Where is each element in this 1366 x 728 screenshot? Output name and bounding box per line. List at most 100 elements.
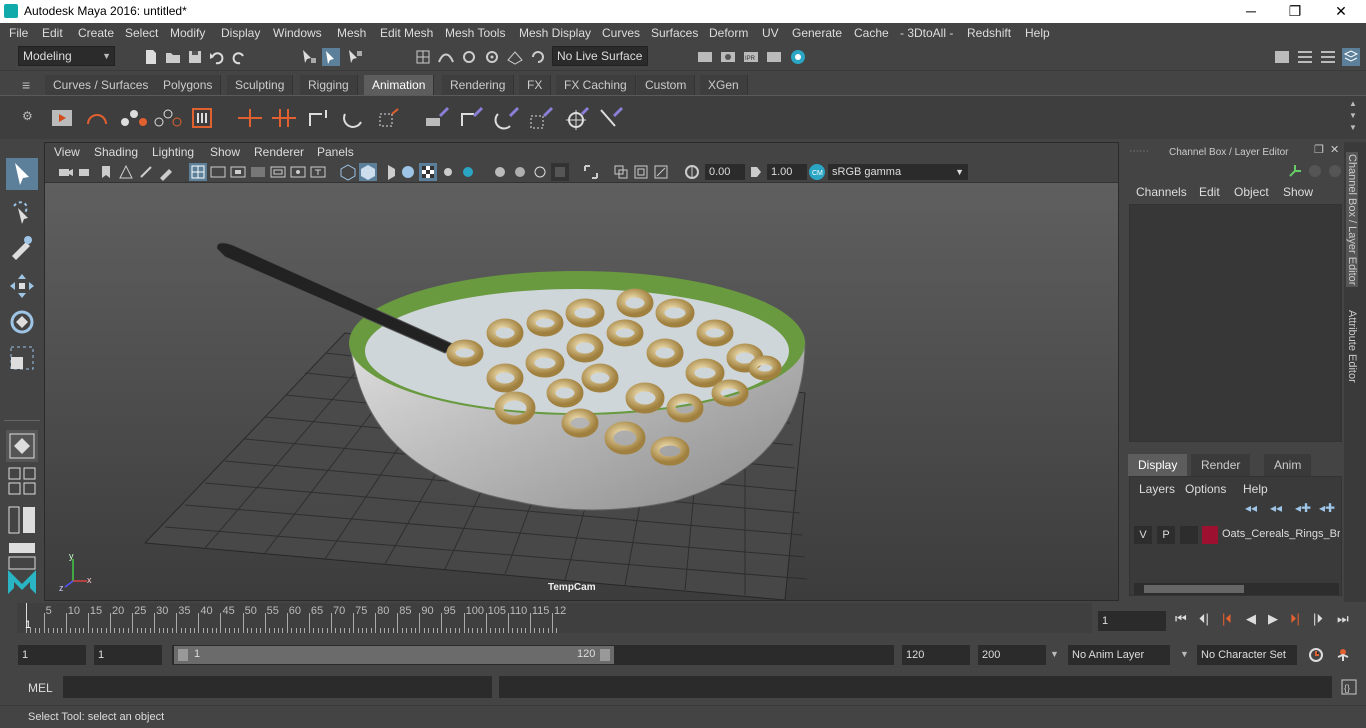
side-tab-attribute-editor[interactable]: Attribute Editor: [1346, 310, 1358, 383]
new-layer-from-selected-icon[interactable]: ◂✚: [1319, 501, 1335, 515]
xray-icon[interactable]: [511, 163, 529, 181]
side-tab-channel-box[interactable]: Channel Box / Layer Editor: [1346, 152, 1358, 288]
mel-label[interactable]: MEL: [28, 681, 53, 695]
wireframe-icon[interactable]: [339, 163, 357, 181]
outliner-layout-icon[interactable]: [6, 504, 38, 536]
3d-viewport[interactable]: y x z TempCam: [45, 183, 1118, 600]
resolution-gate-icon[interactable]: [229, 163, 247, 181]
trax-editor-icon[interactable]: [154, 106, 182, 130]
move-layer-up-icon[interactable]: ◂◂: [1245, 501, 1257, 515]
ipr-render-icon[interactable]: IPR: [742, 48, 760, 66]
character-set-dropdown[interactable]: No Character Set: [1197, 645, 1297, 665]
timeline-ruler[interactable]: 1 5 10 15 20 25 30 35 40 45 50 55 60 65 70 75 80 85 90 95 1…: [17, 603, 1092, 633]
rotate-tool-icon[interactable]: [6, 306, 38, 338]
menu-select[interactable]: Select: [125, 26, 158, 40]
gamma-field[interactable]: 1.00: [767, 164, 807, 180]
motion-blur-icon[interactable]: [652, 163, 670, 181]
graph-editor-icon[interactable]: [85, 106, 109, 130]
tab-fx-caching[interactable]: FX Caching: [556, 75, 636, 95]
render-view-icon[interactable]: [696, 48, 714, 66]
menu-mesh[interactable]: Mesh: [337, 26, 366, 40]
menu-edit-mesh[interactable]: Edit Mesh: [380, 26, 433, 40]
close-panel-icon[interactable]: ✕: [1330, 143, 1339, 156]
cb-menu-channels[interactable]: Channels: [1136, 185, 1187, 199]
range-right-grip[interactable]: [600, 649, 610, 661]
move-tool-icon[interactable]: [6, 270, 38, 302]
aim-constraint-icon[interactable]: [564, 106, 592, 130]
layer-display-type-toggle[interactable]: [1180, 526, 1198, 544]
vp-menu-shading[interactable]: Shading: [94, 145, 138, 159]
shelf-menu-chevron-icon[interactable]: ▼: [1349, 123, 1357, 132]
select-hierarchy-icon[interactable]: [300, 48, 318, 66]
playblast-icon[interactable]: [50, 106, 74, 130]
point-constraint-icon[interactable]: [458, 106, 486, 130]
hypershade-icon[interactable]: [789, 48, 807, 66]
dope-sheet-icon[interactable]: [120, 106, 148, 130]
render-settings-icon[interactable]: [765, 48, 783, 66]
exposure-icon[interactable]: [683, 163, 701, 181]
playback-end-field[interactable]: 120: [902, 645, 970, 665]
image-plane-icon[interactable]: [117, 163, 135, 181]
step-forward-key-icon[interactable]: ⏵|: [1290, 611, 1300, 627]
tab-render-layers[interactable]: Render: [1191, 454, 1251, 476]
snap-curve-icon[interactable]: [437, 48, 455, 66]
vp-menu-renderer[interactable]: Renderer: [254, 145, 304, 159]
parent-constraint-icon[interactable]: [424, 106, 452, 130]
new-layer-icon[interactable]: ◂✚: [1295, 501, 1311, 515]
hyper-icon[interactable]: [1326, 162, 1344, 180]
anti-aliasing-icon[interactable]: [612, 163, 630, 181]
select-tool-icon[interactable]: [6, 158, 38, 190]
bookmark-icon[interactable]: [97, 163, 115, 181]
tab-display-layers[interactable]: Display: [1128, 454, 1188, 476]
undo-icon[interactable]: [208, 48, 226, 66]
vp-menu-panels[interactable]: Panels: [317, 145, 354, 159]
auto-key-icon[interactable]: [1307, 646, 1325, 664]
film-gate-icon[interactable]: [209, 163, 227, 181]
tab-polygons[interactable]: Polygons: [155, 75, 222, 95]
step-forward-frame-icon[interactable]: |⏵: [1313, 611, 1323, 627]
use-all-lights-icon[interactable]: [419, 163, 437, 181]
cb-menu-object[interactable]: Object: [1234, 185, 1269, 199]
exposure-field[interactable]: 0.00: [705, 164, 745, 180]
set-breakdown-icon[interactable]: [270, 106, 298, 130]
maximize-button[interactable]: ❐: [1280, 2, 1310, 20]
vp-menu-lighting[interactable]: Lighting: [152, 145, 194, 159]
layer-row[interactable]: V P Oats_Cereals_Rings_Br: [1134, 526, 1340, 544]
speed-icon[interactable]: [1306, 162, 1324, 180]
view-transform-dropdown[interactable]: sRGB gamma ▼: [828, 164, 968, 180]
go-to-end-icon[interactable]: ⏭: [1337, 611, 1349, 627]
shelf-menu-icon[interactable]: ≡: [22, 77, 30, 93]
shadows-icon[interactable]: [439, 163, 457, 181]
menu-windows[interactable]: Windows: [273, 26, 322, 40]
tab-anim-layers[interactable]: Anim: [1264, 454, 1312, 476]
play-backwards-icon[interactable]: ◀: [1246, 611, 1256, 627]
menu-help[interactable]: Help: [1025, 26, 1050, 40]
menu-deform[interactable]: Deform: [709, 26, 748, 40]
menu-modify[interactable]: Modify: [170, 26, 205, 40]
command-input[interactable]: [63, 676, 492, 698]
live-surface-field[interactable]: No Live Surface: [552, 46, 648, 66]
menu-create[interactable]: Create: [78, 26, 114, 40]
2d-pan-zoom-icon[interactable]: [137, 163, 155, 181]
range-slider-handle[interactable]: 1 120: [174, 646, 614, 664]
float-panel-icon[interactable]: ❐: [1314, 143, 1324, 156]
channel-box-toggle-icon[interactable]: [1342, 48, 1360, 66]
hud-icon[interactable]: [582, 163, 600, 181]
vp-menu-show[interactable]: Show: [210, 145, 240, 159]
xray-components-icon[interactable]: [551, 163, 569, 181]
gamma-icon[interactable]: [747, 163, 765, 181]
cb-menu-edit[interactable]: Edit: [1199, 185, 1220, 199]
lasso-tool-icon[interactable]: [6, 196, 38, 228]
manipulator-icon[interactable]: [1286, 162, 1304, 180]
channel-list[interactable]: [1129, 204, 1342, 442]
layer-visibility-toggle[interactable]: V: [1134, 526, 1152, 544]
range-left-grip[interactable]: [178, 649, 188, 661]
joint-tool-icon[interactable]: [306, 106, 334, 130]
camera-attributes-icon[interactable]: [77, 163, 95, 181]
snap-grid-icon[interactable]: [414, 48, 432, 66]
menu-cache[interactable]: Cache: [854, 26, 889, 40]
current-frame-field[interactable]: 1: [1098, 611, 1166, 631]
move-layer-down-icon[interactable]: ◂◂: [1270, 501, 1282, 515]
playback-start-field[interactable]: 1: [94, 645, 162, 665]
layer-menu-help[interactable]: Help: [1243, 482, 1268, 496]
